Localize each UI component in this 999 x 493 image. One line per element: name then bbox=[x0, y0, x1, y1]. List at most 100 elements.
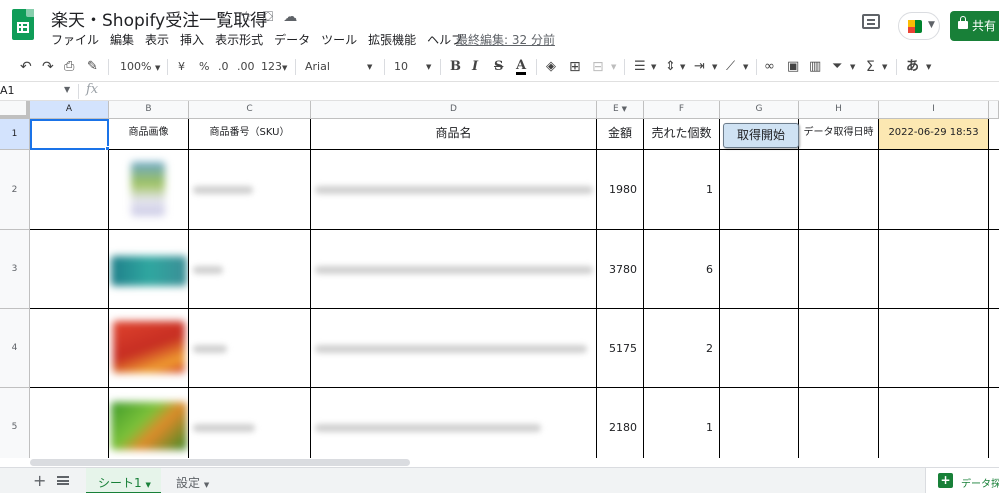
row-header-2[interactable]: 2 bbox=[0, 150, 30, 230]
cell-g3[interactable] bbox=[720, 230, 799, 309]
more-formats-button[interactable]: 123▼ bbox=[261, 59, 287, 76]
explore-button[interactable]: + データ探索 bbox=[925, 468, 999, 493]
cell-fetch-time[interactable]: 2022-06-29 18:53 bbox=[879, 119, 989, 150]
row-header-4[interactable]: 4 bbox=[0, 309, 30, 388]
column-header-i[interactable]: I bbox=[879, 101, 989, 119]
cloud-status-icon[interactable]: ☁ bbox=[283, 9, 297, 25]
sheets-logo-icon[interactable] bbox=[12, 9, 34, 40]
cell-h4[interactable] bbox=[799, 309, 879, 388]
add-sheet-icon[interactable]: + bbox=[33, 471, 46, 490]
align-left-icon[interactable]: ☰ bbox=[634, 59, 646, 75]
last-edit-link[interactable]: 最終編集: 32 分前 bbox=[456, 31, 555, 48]
filter-icon[interactable]: ⏷ bbox=[832, 59, 842, 75]
input-tools-button[interactable]: あ bbox=[906, 59, 919, 75]
cell-g5[interactable] bbox=[720, 388, 799, 458]
column-header-h[interactable]: H bbox=[799, 101, 879, 119]
name-box[interactable]: A1 bbox=[0, 84, 15, 97]
text-rotation-icon[interactable]: ⟋ bbox=[726, 59, 735, 75]
italic-button[interactable]: I bbox=[472, 59, 478, 75]
cell-i5[interactable] bbox=[879, 388, 989, 458]
document-title[interactable]: 楽天・Shopify受注一覧取得 bbox=[51, 6, 267, 31]
tab-settings[interactable]: 設定 ▼ bbox=[164, 468, 219, 493]
insert-comment-icon[interactable]: ▣ bbox=[787, 59, 799, 75]
undo-icon[interactable]: ↶ bbox=[20, 59, 32, 75]
font-size-select[interactable]: 10 ▼ bbox=[394, 59, 434, 75]
cell-g2[interactable] bbox=[720, 150, 799, 230]
column-header-f[interactable]: F bbox=[644, 101, 720, 119]
chevron-down-icon[interactable]: ▼ bbox=[64, 85, 70, 94]
row-header-5[interactable]: 5 bbox=[0, 388, 30, 458]
cell-i2[interactable] bbox=[879, 150, 989, 230]
cell-qty-4[interactable]: 2 bbox=[644, 309, 720, 388]
increase-decimal-button[interactable]: .00 bbox=[237, 59, 255, 75]
percent-format-button[interactable]: % bbox=[199, 59, 209, 75]
menu-tools[interactable]: ツール bbox=[321, 31, 357, 48]
cell-j5[interactable] bbox=[989, 388, 999, 458]
cell-image-4[interactable] bbox=[109, 309, 189, 388]
cell-sku-5[interactable] bbox=[189, 388, 311, 458]
cell-g4[interactable] bbox=[720, 309, 799, 388]
menu-insert[interactable]: 挿入 bbox=[180, 31, 204, 48]
menu-view[interactable]: 表示 bbox=[145, 31, 169, 48]
print-icon[interactable]: ⎙ bbox=[64, 59, 74, 75]
cell-h3[interactable] bbox=[799, 230, 879, 309]
cell-j3[interactable] bbox=[989, 230, 999, 309]
cell-j4[interactable] bbox=[989, 309, 999, 388]
cell-sku-2[interactable] bbox=[189, 150, 311, 230]
comment-history-icon[interactable] bbox=[862, 14, 880, 29]
cell-name-3[interactable] bbox=[311, 230, 597, 309]
cell-image-3[interactable] bbox=[109, 230, 189, 309]
merge-cells-icon[interactable]: ⊟ bbox=[592, 59, 604, 75]
decrease-decimal-button[interactable]: .0 bbox=[218, 59, 229, 75]
cell-name-2[interactable] bbox=[311, 150, 597, 230]
vertical-align-icon[interactable]: ⇕ bbox=[665, 59, 676, 75]
cell-a2[interactable] bbox=[30, 150, 109, 230]
header-cell-image[interactable]: 商品画像 bbox=[109, 119, 189, 150]
cell-a3[interactable] bbox=[30, 230, 109, 309]
insert-chart-icon[interactable]: ▥ bbox=[809, 59, 821, 75]
all-sheets-menu-icon[interactable] bbox=[57, 476, 69, 485]
paint-format-icon[interactable]: ✎ bbox=[87, 59, 98, 75]
cell-price-3[interactable]: 3780 bbox=[597, 230, 644, 309]
cell-a4[interactable] bbox=[30, 309, 109, 388]
text-wrap-icon[interactable]: ⇥ bbox=[694, 59, 705, 75]
bold-button[interactable]: B bbox=[450, 59, 461, 75]
cell-j2[interactable] bbox=[989, 150, 999, 230]
column-header-j[interactable] bbox=[989, 101, 999, 119]
column-header-a[interactable]: A bbox=[30, 101, 109, 119]
cell-price-5[interactable]: 2180 bbox=[597, 388, 644, 458]
row-header-3[interactable]: 3 bbox=[0, 230, 30, 309]
menu-file[interactable]: ファイル bbox=[51, 31, 99, 48]
insert-link-icon[interactable]: ∞ bbox=[764, 59, 775, 75]
fetch-start-button[interactable]: 取得開始 bbox=[723, 123, 799, 148]
select-all-corner[interactable] bbox=[0, 101, 30, 119]
cell-image-2[interactable] bbox=[109, 150, 189, 230]
cell-name-4[interactable] bbox=[311, 309, 597, 388]
header-cell-fetch-time-label[interactable]: データ取得日時 bbox=[799, 119, 879, 150]
font-family-select[interactable]: Arial ▼ bbox=[305, 59, 375, 75]
cell-sku-3[interactable] bbox=[189, 230, 311, 309]
share-button[interactable]: 共有 bbox=[950, 11, 999, 41]
cell-i3[interactable] bbox=[879, 230, 989, 309]
cell-sku-4[interactable] bbox=[189, 309, 311, 388]
column-header-g[interactable]: G bbox=[720, 101, 799, 119]
meet-button[interactable]: ▼ bbox=[898, 12, 940, 40]
cell-qty-5[interactable]: 1 bbox=[644, 388, 720, 458]
column-header-b[interactable]: B bbox=[109, 101, 189, 119]
column-header-e[interactable]: E ▼ bbox=[597, 101, 644, 119]
cell-h5[interactable] bbox=[799, 388, 879, 458]
menu-extensions[interactable]: 拡張機能 bbox=[368, 31, 416, 48]
star-icon[interactable]: ☆ bbox=[240, 9, 253, 25]
cell-j1[interactable] bbox=[989, 119, 999, 150]
redo-icon[interactable]: ↷ bbox=[42, 59, 54, 75]
spreadsheet-grid[interactable]: A B C D E ▼ F G H I 1 2 3 4 5 商品画像 商品番号（… bbox=[0, 101, 999, 458]
column-header-c[interactable]: C bbox=[189, 101, 311, 119]
row-header-1[interactable]: 1 bbox=[0, 119, 30, 150]
cell-h2[interactable] bbox=[799, 150, 879, 230]
column-header-d[interactable]: D bbox=[311, 101, 597, 119]
cell-qty-2[interactable]: 1 bbox=[644, 150, 720, 230]
header-cell-qty[interactable]: 売れた個数 bbox=[644, 119, 720, 150]
menu-format[interactable]: 表示形式 bbox=[215, 31, 263, 48]
cell-price-2[interactable]: 1980 bbox=[597, 150, 644, 230]
strikethrough-button[interactable]: S bbox=[494, 59, 503, 75]
